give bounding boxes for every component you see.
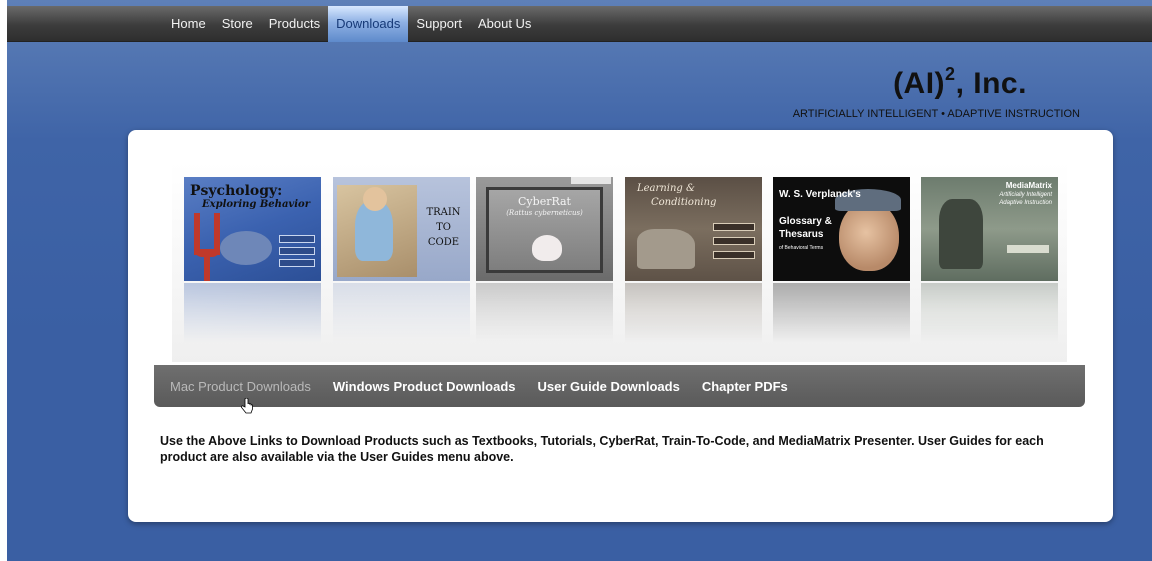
brand-subtitle: ARTIFICIALLY INTELLIGENT • ADAPTIVE INST… (792, 108, 1080, 120)
product-carousel: Psychology: Exploring Behavior TRAIN TO … (172, 162, 1067, 362)
nav-store[interactable]: Store (214, 6, 261, 42)
cover-verplanck-glossary[interactable]: W. S. Verplanck's Glossary & Thesarus of… (773, 177, 910, 281)
cover-psychology-subtitle: Exploring Behavior (202, 199, 310, 210)
cover-learning-btn-2 (713, 237, 755, 245)
portrait-face (839, 201, 899, 271)
cover-psychology-btn-2 (279, 247, 315, 255)
cover-cyberrat[interactable]: CyberRat (Rattus cyberneticus) (476, 177, 613, 281)
cover-verplanck-line1: W. S. Verplanck's (779, 189, 861, 200)
cover-mediamatrix[interactable]: MediaMatrix Artificially Intelligent Ada… (921, 177, 1058, 281)
cover-mediamatrix-reflection (921, 283, 1058, 343)
subnav-user-guide-downloads[interactable]: User Guide Downloads (538, 379, 680, 394)
download-description: Use the Above Links to Download Products… (160, 434, 1044, 464)
nav-home[interactable]: Home (163, 6, 214, 42)
cover-psychology-reflection (184, 283, 321, 343)
nav-downloads[interactable]: Downloads (328, 6, 409, 42)
top-navbar: Home Store Products Downloads Support Ab… (7, 6, 1152, 42)
subnav-windows-downloads[interactable]: Windows Product Downloads (333, 379, 516, 394)
cover-cyberrat-reflection (476, 283, 613, 343)
cover-train-to-code-reflection (333, 283, 470, 343)
cover-verplanck-line4: of Behavioral Terms (779, 245, 824, 251)
brand-title-rest: , Inc. (955, 67, 1027, 100)
download-subnav: Mac Product Downloads Windows Product Do… (154, 365, 1085, 407)
cover-psychology-btn-3 (279, 259, 315, 267)
content-card: Psychology: Exploring Behavior TRAIN TO … (128, 130, 1113, 522)
cover-verplanck-line2: Glossary & (779, 216, 832, 227)
nav-about-us[interactable]: About Us (470, 6, 539, 42)
cover-learning-line2: Conditioning (651, 197, 717, 208)
cover-cyberrat-title: CyberRat (518, 195, 571, 208)
cover-train-line2: TO (436, 222, 451, 233)
cover-verplanck-line3: Thesarus (779, 229, 824, 240)
figures-image (939, 199, 983, 269)
cover-learning-reflection (625, 283, 762, 343)
cover-learning-btn-1 (713, 223, 755, 231)
nav-support[interactable]: Support (408, 6, 470, 42)
cover-mediamatrix-btn (1007, 245, 1049, 253)
child-head (363, 187, 387, 211)
brand-title-main: (AI) (893, 67, 946, 100)
cover-psychology-title: Psychology: (190, 183, 283, 199)
cover-train-to-code[interactable]: TRAIN TO CODE (333, 177, 470, 281)
cover-psychology-btn-1 (279, 235, 315, 243)
cover-learning-btn-3 (713, 251, 755, 259)
cover-train-line3: CODE (427, 237, 460, 248)
cover-train-line1: TRAIN (426, 207, 461, 218)
dog-image (637, 229, 695, 269)
cover-cyberrat-subtitle: (Rattus cyberneticus) (506, 209, 583, 217)
cover-mediamatrix-title: MediaMatrix (1005, 181, 1052, 190)
cover-cyberrat-tab (571, 177, 611, 184)
cover-verplanck-reflection (773, 283, 910, 343)
cover-psychology[interactable]: Psychology: Exploring Behavior (184, 177, 321, 281)
subnav-chapter-pdfs[interactable]: Chapter PDFs (702, 379, 788, 394)
brain-image (220, 231, 272, 265)
cover-train-to-code-title: TRAIN TO CODE (421, 205, 466, 250)
nav-menu: Home Store Products Downloads Support Ab… (163, 6, 539, 42)
hand-pointer-icon (240, 398, 253, 414)
subnav-mac-downloads[interactable]: Mac Product Downloads (170, 379, 311, 394)
cover-verplanck-title: Glossary & Thesarus (779, 215, 832, 241)
cover-learning-line1: Learning & (637, 183, 695, 194)
cover-learning-conditioning[interactable]: Learning & Conditioning (625, 177, 762, 281)
nav-products[interactable]: Products (261, 6, 328, 42)
cover-mediamatrix-subtitle: Artificially Intelligent Adaptive Instru… (999, 192, 1052, 206)
brand-title: (AI)2, Inc. (840, 64, 1080, 101)
tuning-fork-stem (204, 253, 210, 281)
brand-title-sup: 2 (945, 64, 956, 84)
rat-image (532, 235, 562, 261)
